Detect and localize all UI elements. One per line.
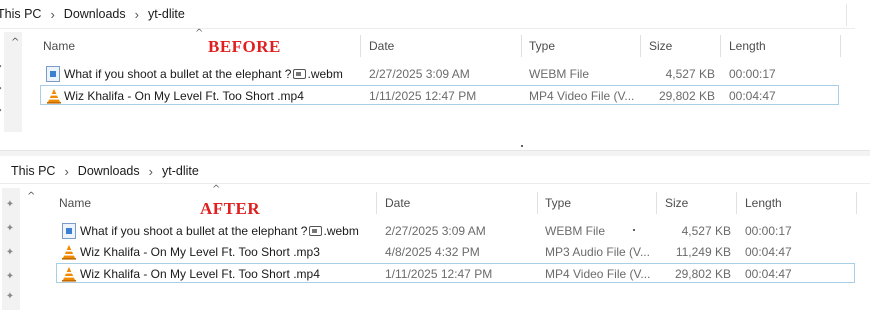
webm-file-icon (62, 223, 76, 239)
file-row-selected[interactable]: Wiz Khalifa - On My Level Ft. Too Short … (40, 85, 839, 105)
file-row-selected[interactable]: Wiz Khalifa - On My Level Ft. Too Short … (56, 263, 855, 283)
pin-icon[interactable]: ✦ (4, 270, 16, 284)
file-date: 2/27/2025 3:09 AM (369, 67, 470, 81)
breadcrumb-this-pc[interactable]: This PC (0, 7, 41, 21)
explorer-after-panel: This PC › Downloads › yt-dlite ^ ✦ ✦ ✦ ✦… (0, 156, 870, 314)
unsupported-glyph-icon (309, 226, 323, 236)
scroll-arrow-icon[interactable]: › (0, 62, 2, 72)
column-divider[interactable] (856, 192, 857, 214)
file-length: 00:00:17 (729, 67, 776, 81)
divider (0, 28, 855, 29)
explorer-before-panel: This PC › Downloads › yt-dlite ^ › › › ^… (0, 0, 870, 150)
unsupported-glyph-icon (293, 69, 307, 79)
column-header-type[interactable]: Type (537, 191, 656, 215)
chevron-right-icon: › (134, 6, 139, 22)
chevron-right-icon: › (148, 163, 153, 179)
pin-icon[interactable]: ✦ (4, 246, 16, 260)
vlc-cone-icon (62, 267, 76, 282)
breadcrumb-yt-dlite[interactable]: yt-dlite (162, 164, 199, 178)
webm-file-icon (46, 66, 60, 82)
chevron-right-icon: › (64, 163, 69, 179)
file-length: 00:04:47 (745, 267, 792, 281)
pin-icon[interactable]: ✦ (4, 222, 16, 236)
file-name: What if you shoot a bullet at the elepha… (64, 67, 343, 81)
column-header-name[interactable]: Name (35, 34, 360, 58)
file-size: 11,249 KB (675, 245, 731, 259)
expand-chevron-icon[interactable]: ^ (11, 38, 19, 48)
file-date: 2/27/2025 3:09 AM (385, 224, 486, 238)
divider (0, 183, 870, 184)
file-type: MP4 Video File (V... (545, 267, 651, 281)
scrollbar-edge (846, 4, 847, 26)
file-size: 4,527 KB (665, 67, 715, 81)
file-size: 29,802 KB (674, 267, 731, 281)
file-type: MP4 Video File (V... (529, 89, 635, 103)
chevron-right-icon: › (50, 6, 55, 22)
file-name: What if you shoot a bullet at the elepha… (80, 224, 359, 238)
vlc-cone-icon (62, 245, 76, 260)
column-header-length[interactable]: Length (737, 191, 856, 215)
breadcrumb-downloads[interactable]: Downloads (64, 7, 126, 21)
scroll-arrow-icon[interactable]: › (0, 84, 2, 94)
expand-chevron-icon[interactable]: ^ (27, 192, 35, 202)
file-type: MP3 Audio File (V... (545, 245, 650, 259)
breadcrumb: This PC › Downloads › yt-dlite (0, 0, 185, 28)
column-header-date[interactable]: Date (377, 191, 537, 215)
file-row[interactable]: What if you shoot a bullet at the elepha… (56, 221, 856, 241)
after-label: AFTER (200, 199, 261, 218)
file-row[interactable]: Wiz Khalifa - On My Level Ft. Too Short … (56, 242, 856, 262)
before-label: BEFORE (208, 37, 281, 56)
column-header-size[interactable]: Size (641, 34, 720, 58)
column-divider[interactable] (840, 35, 841, 57)
column-header-size[interactable]: Size (657, 191, 736, 215)
file-size: 29,802 KB (658, 89, 715, 103)
file-date: 4/8/2025 4:32 PM (385, 245, 480, 259)
stray-mark (633, 229, 635, 231)
file-type: WEBM File (545, 224, 605, 238)
file-type: WEBM File (529, 67, 589, 81)
file-date: 1/11/2025 12:47 PM (385, 267, 493, 281)
file-size: 4,527 KB (681, 224, 731, 238)
file-name: Wiz Khalifa - On My Level Ft. Too Short … (80, 267, 320, 281)
stray-mark (521, 145, 523, 147)
column-header-date[interactable]: Date (361, 34, 521, 58)
column-header-length[interactable]: Length (721, 34, 840, 58)
file-length: 00:04:47 (745, 245, 792, 259)
file-length: 00:00:17 (745, 224, 792, 238)
breadcrumb-this-pc[interactable]: This PC (11, 164, 55, 178)
file-row[interactable]: What if you shoot a bullet at the elepha… (40, 64, 840, 84)
scroll-arrow-icon[interactable]: › (0, 106, 2, 116)
vlc-cone-icon (47, 89, 61, 104)
file-name: Wiz Khalifa - On My Level Ft. Too Short … (80, 245, 320, 259)
pin-icon[interactable]: ✦ (4, 198, 16, 212)
file-date: 1/11/2025 12:47 PM (369, 89, 477, 103)
breadcrumb-downloads[interactable]: Downloads (78, 164, 140, 178)
file-name: Wiz Khalifa - On My Level Ft. Too Short … (64, 89, 304, 103)
column-header-type[interactable]: Type (521, 34, 640, 58)
breadcrumb: This PC › Downloads › yt-dlite (11, 158, 199, 184)
breadcrumb-yt-dlite[interactable]: yt-dlite (148, 7, 185, 21)
file-length: 00:04:47 (729, 89, 776, 103)
pin-icon[interactable]: ✦ (4, 290, 16, 304)
